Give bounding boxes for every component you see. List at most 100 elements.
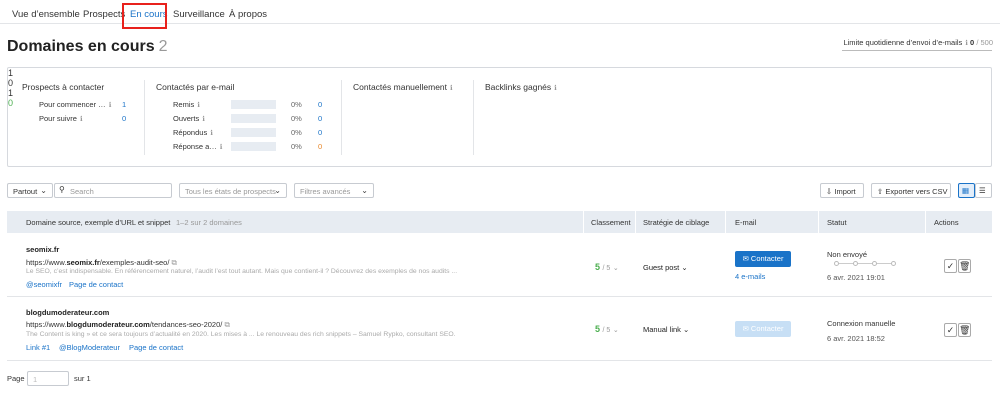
chevron-down-icon: ⌄ [274, 186, 281, 195]
export-icon: ⇧ [877, 187, 884, 196]
summary-divider [473, 80, 474, 155]
info-icon: ℹ [108, 102, 112, 109]
page-input[interactable]: 1 [27, 371, 69, 386]
prospects-row-followup: Pour suivre ℹ 0 [39, 114, 127, 123]
email-summary: Contactés par e-mail [156, 82, 234, 92]
daily-limit-underline [842, 50, 992, 51]
row-emails-link[interactable]: 4 e-mails [735, 272, 765, 281]
row-date: 6 avr. 2021 18:52 [827, 334, 885, 343]
email-bar-opened [231, 114, 276, 123]
info-icon: ℹ [210, 130, 213, 137]
table-row: seomix.fr https://www.seomix.fr/exemples… [7, 233, 992, 297]
manual-summary: Contactés manuellement ℹ [353, 82, 453, 92]
row-status: Non envoyé [827, 250, 868, 259]
email-row-delivered: Remis ℹ 0% 0 [173, 100, 323, 109]
page-title-count: 2 [158, 38, 168, 55]
prospects-title: Prospects à contacter [22, 82, 105, 92]
info-icon: ℹ [554, 85, 557, 92]
row-url[interactable]: https://www.blogdumoderateur.com/tendanc… [26, 320, 230, 330]
tab-prospects[interactable]: Prospects [83, 9, 125, 20]
prospects-total: 1 [8, 68, 14, 78]
prospects-row-start: Pour commencer … ℹ 1 [39, 100, 127, 109]
row-link-twitter[interactable]: @seomixfr [26, 280, 62, 289]
chevron-down-icon: ⌄ [681, 263, 688, 272]
header-strategy[interactable]: Stratégie de ciblage [643, 218, 709, 227]
backlinks-total: 0 [8, 98, 14, 108]
header-source[interactable]: Domaine source, exemple d’URL et snippet [26, 218, 170, 227]
email-bar-delivered [231, 100, 276, 109]
info-icon: ℹ [202, 116, 205, 123]
summary-divider [144, 80, 145, 155]
chevron-down-icon: ⌄ [40, 186, 47, 195]
trash-icon[interactable]: 🗑 [958, 259, 971, 273]
tab-overview[interactable]: Vue d’ensemble [12, 9, 80, 20]
email-bar-response [231, 142, 276, 151]
export-csv-button[interactable]: ⇧ Exporter vers CSV [871, 183, 951, 198]
active-tab-highlight [122, 3, 167, 29]
row-link-contact-page[interactable]: Page de contact [129, 343, 183, 352]
check-icon[interactable]: ✓ [944, 323, 957, 337]
row-url[interactable]: https://www.seomix.fr/exemples-audit-seo… [26, 258, 177, 268]
row-link-1[interactable]: Link #1 [26, 343, 50, 352]
email-row-opened: Ouverts ℹ 0% 0 [173, 114, 323, 123]
email-icon: ✉ [742, 324, 749, 333]
table-row: blogdumoderateur.com https://www.blogdum… [7, 297, 992, 361]
status-progress [834, 261, 896, 267]
check-icon[interactable]: ✓ [944, 259, 957, 273]
chevron-down-icon: ⌄ [612, 265, 619, 272]
table-header: Domaine source, exemple d’URL et snippet… [7, 211, 992, 233]
search-icon: ⚲ [59, 185, 65, 194]
daily-limit-value: 0 [970, 38, 975, 47]
backlinks-title: Backlinks gagnés [485, 82, 552, 92]
row-link-twitter[interactable]: @BlogModerateur [59, 343, 120, 352]
row-rank: 5 / 5 ⌄ [595, 324, 619, 334]
email-row-response: Réponse a… ℹ 0% 0 [173, 142, 323, 151]
contact-button[interactable]: ✉ Contacter [735, 251, 791, 267]
row-date: 6 avr. 2021 19:01 [827, 273, 885, 282]
info-icon: ℹ [965, 40, 968, 47]
header-status[interactable]: Statut [827, 218, 847, 227]
daily-limit-max: / 500 [976, 38, 993, 47]
import-icon: ⇩ [826, 187, 833, 196]
list-view-icon[interactable]: ☰ [975, 183, 992, 198]
row-domain[interactable]: seomix.fr [26, 245, 59, 254]
email-bar-replied [231, 128, 276, 137]
daily-email-limit: Limite quotidienne d’envoi d’e-mails ℹ 0 … [843, 38, 993, 47]
backlinks-summary: Backlinks gagnés ℹ [485, 82, 557, 92]
external-link-icon: ⧉ [171, 258, 177, 267]
info-icon: ℹ [79, 116, 83, 123]
prospect-states-select[interactable]: Tous les états de prospects ⌄ [179, 183, 287, 198]
chevron-down-icon: ⌄ [683, 325, 690, 334]
row-snippet: Le SEO, c’est indispensable. En référenc… [26, 268, 458, 275]
summary-panel: Prospects à contacter 1 Pour commencer …… [7, 67, 992, 167]
chevron-down-icon: ⌄ [361, 186, 368, 195]
tab-monitoring[interactable]: Surveillance [173, 9, 225, 20]
import-button[interactable]: ⇩ Import [820, 183, 864, 198]
scope-select[interactable]: Partout ⌄ [7, 183, 53, 198]
email-icon: ✉ [742, 254, 749, 263]
row-domain[interactable]: blogdumoderateur.com [26, 308, 109, 317]
row-link-contact-page[interactable]: Page de contact [69, 280, 123, 289]
row-strategy-select[interactable]: Manual link ⌄ [643, 325, 689, 334]
chevron-down-icon: ⌄ [612, 327, 619, 334]
manual-title: Contactés manuellement [353, 82, 448, 92]
pager-label: Page [7, 374, 25, 383]
row-strategy-select[interactable]: Guest post ⌄ [643, 263, 688, 272]
summary-divider [341, 80, 342, 155]
advanced-filters-select[interactable]: Filtres avancés ⌄ [294, 183, 374, 198]
info-icon: ℹ [197, 102, 200, 109]
search-input[interactable]: ⚲ Search [54, 183, 172, 198]
info-icon: ℹ [219, 144, 223, 151]
email-title: Contactés par e-mail [156, 82, 235, 92]
grid-view-icon[interactable]: ▦ [958, 183, 975, 198]
trash-icon[interactable]: 🗑 [958, 323, 971, 337]
page-title: Domaines en cours 2 [7, 38, 168, 55]
header-email: E-mail [735, 218, 757, 227]
header-rank[interactable]: Classement [591, 218, 631, 227]
row-rank: 5 / 5 ⌄ [595, 262, 619, 272]
external-link-icon: ⧉ [224, 320, 230, 329]
tab-about[interactable]: À propos [229, 9, 267, 20]
pager-total: sur 1 [74, 374, 91, 383]
row-status: Connexion manuelle [827, 319, 896, 328]
contact-button[interactable]: ✉ Contacter [735, 321, 791, 337]
